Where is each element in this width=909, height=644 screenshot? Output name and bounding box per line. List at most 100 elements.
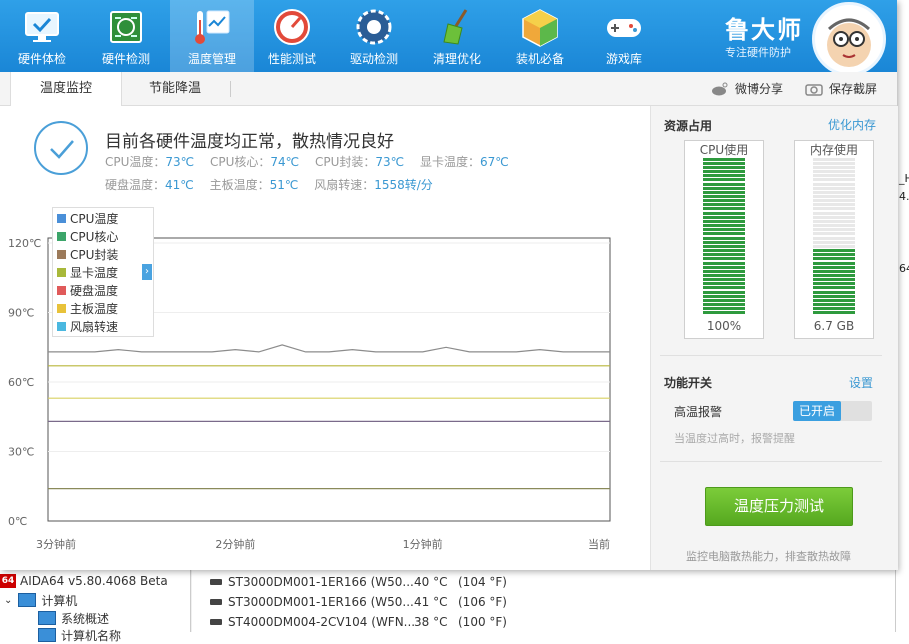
tool-hardware-checkup[interactable]: 硬件体检 [0, 0, 84, 72]
meter-segment [703, 278, 745, 282]
temperature-summary-row1: CPU温度：73℃ CPU核心：74℃ CPU封装：73℃ 显卡温度：67℃ [105, 155, 509, 169]
brand-name: 鲁大师 [725, 16, 803, 44]
legend-item[interactable]: CPU核心 [57, 227, 118, 245]
broom-icon [443, 9, 468, 45]
meter-segment [703, 286, 745, 290]
legend-item[interactable]: CPU封装 [57, 245, 118, 263]
legend-item[interactable]: 显卡温度 [57, 263, 118, 281]
legend-item[interactable]: CPU温度 [57, 209, 118, 227]
meter-segment [703, 224, 745, 228]
memory-usage-bar [813, 157, 855, 315]
tab-energy-saving[interactable]: 节能降温 [120, 72, 230, 105]
meter-segment [813, 294, 855, 298]
package-box-icon [522, 9, 558, 47]
meter-segment [703, 294, 745, 298]
meter-segment [703, 269, 745, 273]
cpu-usage-bar [703, 157, 745, 315]
mascot-avatar[interactable] [812, 2, 886, 76]
edge-fragment: 4. [899, 190, 909, 203]
meter-segment [703, 249, 745, 253]
meter-segment [703, 253, 745, 257]
tree-computer-name[interactable]: 计算机名称 [38, 626, 121, 644]
legend-item[interactable]: 硬盘温度 [57, 281, 118, 299]
memory-usage-meter: 内存使用 6.7 GB [794, 140, 874, 339]
cpu-package-value: 73℃ [375, 155, 405, 169]
y-tick-label: 30℃ [8, 446, 34, 459]
tool-essentials[interactable]: 装机必备 [498, 0, 582, 72]
temperature-stress-test-button[interactable]: 温度压力测试 [705, 487, 853, 526]
meter-segment [813, 265, 855, 269]
meter-segment [813, 203, 855, 207]
optimize-memory-link[interactable]: 优化内存 [828, 116, 876, 133]
tree-computer[interactable]: ⌄ 计算机 [4, 591, 77, 609]
legend-item[interactable]: 主板温度 [57, 299, 118, 317]
list-item[interactable]: ST4000DM004-2CV104 (WFN... 38 °C (100 °F… [210, 612, 507, 632]
meter-segment [813, 182, 855, 186]
settings-link[interactable]: 设置 [849, 374, 873, 391]
meter-segment [813, 236, 855, 240]
legend-swatch [57, 303, 66, 313]
meter-segment [703, 211, 745, 215]
aida64-icon: 64 [0, 574, 16, 588]
legend-item[interactable]: 风扇转速 [57, 317, 118, 335]
meter-segment [813, 195, 855, 198]
meter-segment [813, 219, 855, 223]
tool-temperature[interactable]: 温度管理 [170, 0, 254, 72]
expand-chevron-icon[interactable]: ⌄ [4, 595, 12, 606]
aida-tree-panel: 64 AIDA64 v5.80.4068 Beta ⌄ 计算机 系统概述 计算机… [0, 570, 191, 643]
meter-segment [703, 274, 745, 277]
meter-segment [813, 274, 855, 277]
computer-icon [18, 593, 37, 607]
meter-segment [813, 278, 855, 282]
meter-segment [813, 224, 855, 228]
meter-segment [813, 165, 855, 169]
meter-segment [703, 174, 745, 178]
tool-performance[interactable]: 性能测试 [250, 0, 334, 72]
meter-segment [703, 311, 745, 315]
meter-segment [813, 174, 855, 178]
ludashi-window: 硬件体检 硬件检测 温度管理 性能测试 驱动检测 清理优化 装机必备 游戏库 鲁… [0, 0, 898, 570]
gpu-temp-value: 67℃ [479, 155, 509, 169]
meter-segment [813, 303, 855, 307]
list-item[interactable]: ST3000DM001-1ER166 (W50... 41 °C (106 °F… [210, 592, 507, 612]
thermometer-icon [195, 10, 230, 44]
status-title: 目前各硬件温度均正常，散热情况良好 [105, 132, 394, 152]
tab-temperature-monitor[interactable]: 温度监控 [10, 72, 122, 106]
tree-aida-root[interactable]: 64 AIDA64 v5.80.4068 Beta [0, 572, 168, 590]
tree-summary[interactable]: 系统概述 [38, 609, 109, 627]
edge-fragment: 64 [899, 262, 909, 275]
cpu-usage-value: 100% [706, 319, 742, 333]
meter-segment [703, 203, 745, 207]
fan-speed-value: 1558转/分 [374, 178, 433, 192]
cpu-usage-meter: CPU使用 100% [684, 140, 764, 339]
tool-cleanup[interactable]: 清理优化 [415, 0, 499, 72]
meter-segment [813, 207, 855, 211]
meter-segment [703, 240, 745, 244]
weibo-share-button[interactable]: 微博分享 [711, 80, 783, 97]
meter-segment [703, 157, 745, 161]
meter-segment [813, 261, 855, 265]
meter-segment [813, 269, 855, 273]
gamepad-icon [607, 19, 641, 37]
meter-segment [813, 157, 855, 161]
meter-segment [703, 298, 745, 302]
meter-segment [813, 240, 855, 244]
meter-segment [703, 199, 745, 203]
meter-segment [813, 178, 855, 182]
tool-game-library[interactable]: 游戏库 [582, 0, 666, 72]
y-tick-label: 60℃ [8, 376, 34, 389]
camera-icon [805, 83, 823, 96]
tool-hardware-detect[interactable]: 硬件检测 [84, 0, 168, 72]
brand-tagline: 专注硬件防护 [725, 46, 791, 59]
save-screenshot-button[interactable]: 保存截屏 [805, 80, 877, 97]
function-switch-title: 功能开关 [664, 376, 713, 390]
list-item[interactable]: ST3000DM001-1ER166 (W50... 40 °C (104 °F… [210, 572, 507, 592]
meter-segment [813, 286, 855, 290]
memory-usage-value: 6.7 GB [813, 319, 855, 333]
tab-bar: 温度监控 节能降温 微博分享 保存截屏 [0, 72, 897, 106]
hard-disk-icon [210, 599, 222, 605]
meter-segment [703, 257, 745, 261]
tool-driver-detect[interactable]: 驱动检测 [332, 0, 416, 72]
legend-collapse-arrow-icon[interactable]: › [142, 264, 152, 280]
high-temp-alarm-toggle[interactable]: 已开启 [793, 401, 872, 421]
